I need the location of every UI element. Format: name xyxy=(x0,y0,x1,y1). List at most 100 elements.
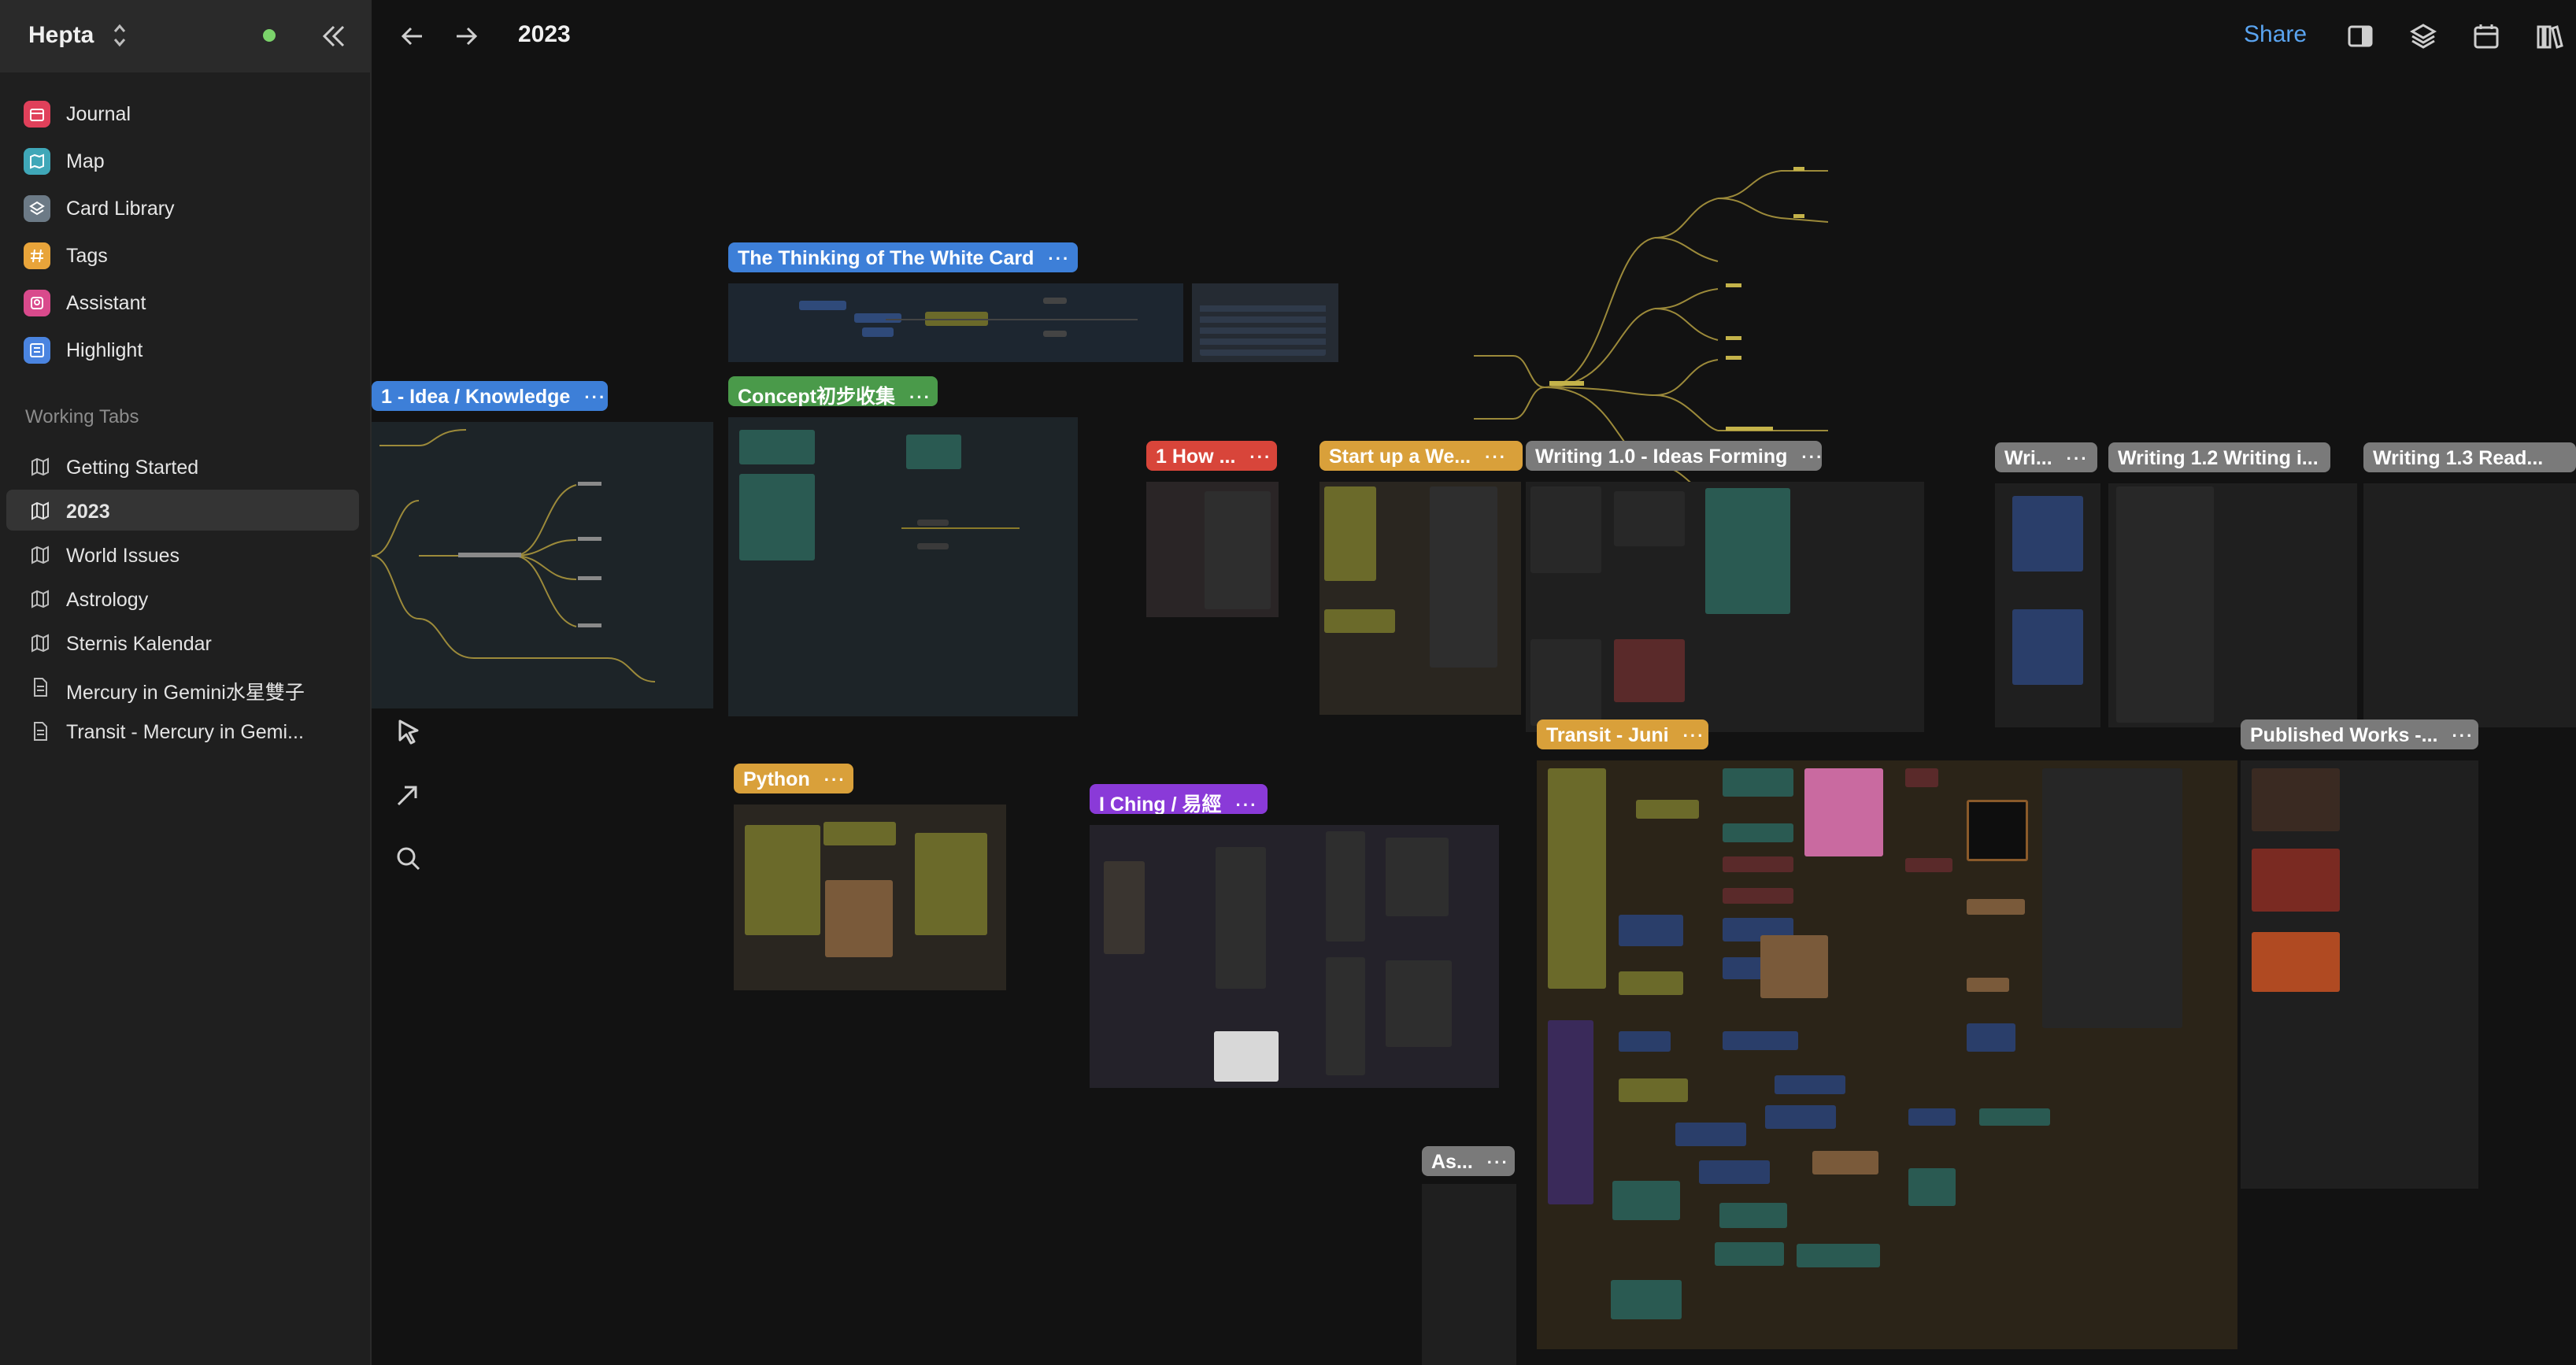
tab-label: Mercury in Gemini水星雙子 xyxy=(66,682,305,704)
group-label-how[interactable]: 1 How ... ··· xyxy=(1146,441,1277,471)
sync-status-dot xyxy=(263,29,276,42)
group-area-python[interactable] xyxy=(734,805,1006,990)
more-options-icon[interactable]: ··· xyxy=(2452,726,2474,745)
group-title: I Ching / 易經 xyxy=(1099,793,1222,814)
nav-assistant[interactable]: Assistant xyxy=(24,285,354,320)
forward-arrow-icon[interactable] xyxy=(450,20,482,52)
more-options-icon[interactable]: ··· xyxy=(909,387,931,406)
group-label-i-ching[interactable]: I Ching / 易經 ··· xyxy=(1090,784,1268,814)
collapse-sidebar-icon[interactable] xyxy=(318,20,350,52)
card-table-preview[interactable] xyxy=(1192,283,1338,362)
group-area-writing-short[interactable] xyxy=(1995,483,2100,727)
group-title: 1 - Idea / Knowledge xyxy=(381,386,571,408)
search-icon[interactable] xyxy=(392,842,424,874)
library-icon[interactable] xyxy=(2533,20,2565,52)
document-icon xyxy=(34,722,47,741)
group-label-startup[interactable]: Start up a We... ··· xyxy=(1319,441,1523,471)
sidebar-header: Hepta xyxy=(0,0,370,72)
group-title: Python xyxy=(743,768,810,790)
more-options-icon[interactable]: ··· xyxy=(1236,795,1258,814)
group-label-writing-short[interactable]: Wri... ··· xyxy=(1995,442,2097,472)
nav-label: Tags xyxy=(66,245,108,267)
more-options-icon[interactable]: ··· xyxy=(1048,249,1070,268)
more-options-icon[interactable]: ··· xyxy=(1485,447,1507,467)
tab-2023[interactable]: 2023 xyxy=(6,490,359,531)
group-label-transit-juni[interactable]: Transit - Juni ··· xyxy=(1537,719,1708,749)
group-area-writing-1-3[interactable] xyxy=(2363,483,2576,727)
group-area-writing-1-2[interactable] xyxy=(2108,483,2357,727)
nav-highlight[interactable]: Highlight xyxy=(24,332,354,367)
group-title: Writing 1.3 Read... xyxy=(2373,447,2544,469)
tab-label: Sternis Kalendar xyxy=(66,633,212,655)
assistant-icon xyxy=(24,290,50,316)
group-title: 1 How ... xyxy=(1156,446,1236,468)
group-area-transit-juni[interactable] xyxy=(1537,760,2237,1349)
group-area-idea-knowledge[interactable] xyxy=(372,422,713,708)
group-label-idea-knowledge[interactable]: 1 - Idea / Knowledge ··· xyxy=(372,381,608,411)
tab-label: World Issues xyxy=(66,545,180,567)
group-area-published-works[interactable] xyxy=(2241,760,2478,1189)
group-label-python[interactable]: Python ··· xyxy=(734,764,853,793)
group-title: Start up a We... xyxy=(1329,446,1471,468)
tab-getting-started[interactable]: Getting Started xyxy=(6,446,359,486)
nav-label: Journal xyxy=(66,103,131,125)
group-area-startup[interactable] xyxy=(1319,482,1521,715)
nav-tags[interactable]: Tags xyxy=(24,238,354,272)
group-label-as[interactable]: As... ··· xyxy=(1422,1146,1515,1176)
more-options-icon[interactable]: ··· xyxy=(1683,726,1705,745)
group-area-thinking-white-card[interactable] xyxy=(728,283,1183,362)
panel-toggle-icon[interactable] xyxy=(2345,20,2376,52)
group-area-concept[interactable] xyxy=(728,417,1078,716)
group-area-writing-1-0[interactable] xyxy=(1526,482,1924,732)
nav-journal[interactable]: Journal xyxy=(24,96,354,131)
group-area-how[interactable] xyxy=(1146,482,1279,617)
nav-label: Map xyxy=(66,150,105,172)
tab-transit-mercury[interactable]: Transit - Mercury in Gemi... xyxy=(6,710,359,751)
group-label-thinking-white-card[interactable]: The Thinking of The White Card ··· xyxy=(728,242,1078,272)
map-canvas[interactable]: The Thinking of The White Card ··· 1 - Id… xyxy=(372,72,2576,1365)
group-title: The Thinking of The White Card xyxy=(738,247,1034,269)
tab-label: Getting Started xyxy=(66,457,199,479)
map-icon xyxy=(31,457,49,476)
group-title: Published Works -... xyxy=(2250,724,2438,746)
nav-card-library[interactable]: Card Library xyxy=(24,191,354,225)
map-icon xyxy=(31,590,49,609)
tab-sternis-kalendar[interactable]: Sternis Kalendar xyxy=(6,622,359,663)
group-title: As... xyxy=(1431,1151,1473,1173)
layers-icon[interactable] xyxy=(2408,20,2439,52)
workspace-switch-icon[interactable] xyxy=(112,22,128,49)
group-label-writing-1-2[interactable]: Writing 1.2 Writing i...··· xyxy=(2108,442,2330,472)
calendar-icon[interactable] xyxy=(2471,20,2502,52)
group-area-as[interactable] xyxy=(1422,1184,1516,1365)
more-options-icon[interactable]: ··· xyxy=(824,770,846,790)
hash-icon xyxy=(24,242,50,269)
highlight-icon xyxy=(24,337,50,364)
workspace-name[interactable]: Hepta xyxy=(28,22,94,49)
group-label-published-works[interactable]: Published Works -... ··· xyxy=(2241,719,2478,749)
share-button[interactable]: Share xyxy=(2244,21,2307,48)
pointer-tool-icon[interactable] xyxy=(392,716,424,748)
group-title: Concept初步收集 xyxy=(738,386,896,406)
top-bar: 2023 Share xyxy=(372,0,2576,72)
more-options-icon[interactable]: ··· xyxy=(1249,447,1271,467)
group-area-i-ching[interactable] xyxy=(1090,825,1499,1088)
group-title: Transit - Juni xyxy=(1546,724,1669,746)
tab-world-issues[interactable]: World Issues xyxy=(6,534,359,575)
back-arrow-icon[interactable] xyxy=(397,20,428,52)
more-options-icon[interactable]: ··· xyxy=(2067,449,2089,468)
tab-astrology[interactable]: Astrology xyxy=(6,578,359,619)
tab-label: Transit - Mercury in Gemi... xyxy=(66,721,304,743)
group-label-writing-1-3[interactable]: Writing 1.3 Read... xyxy=(2363,442,2576,472)
tab-mercury-in-gemini[interactable]: Mercury in Gemini水星雙子 xyxy=(6,666,359,707)
more-options-icon[interactable]: ··· xyxy=(584,387,606,407)
page-title: 2023 xyxy=(518,21,571,47)
group-label-concept[interactable]: Concept初步收集 ··· xyxy=(728,376,938,406)
group-label-writing-1-0[interactable]: Writing 1.0 - Ideas Forming ··· xyxy=(1526,441,1822,471)
tab-label: Astrology xyxy=(66,589,149,611)
more-options-icon[interactable]: ··· xyxy=(1487,1152,1509,1172)
nav-map[interactable]: Map xyxy=(24,143,354,178)
document-icon xyxy=(34,678,47,697)
arrow-tool-icon[interactable] xyxy=(392,779,424,811)
map-icon xyxy=(24,148,50,175)
more-options-icon[interactable]: ··· xyxy=(1801,447,1822,467)
